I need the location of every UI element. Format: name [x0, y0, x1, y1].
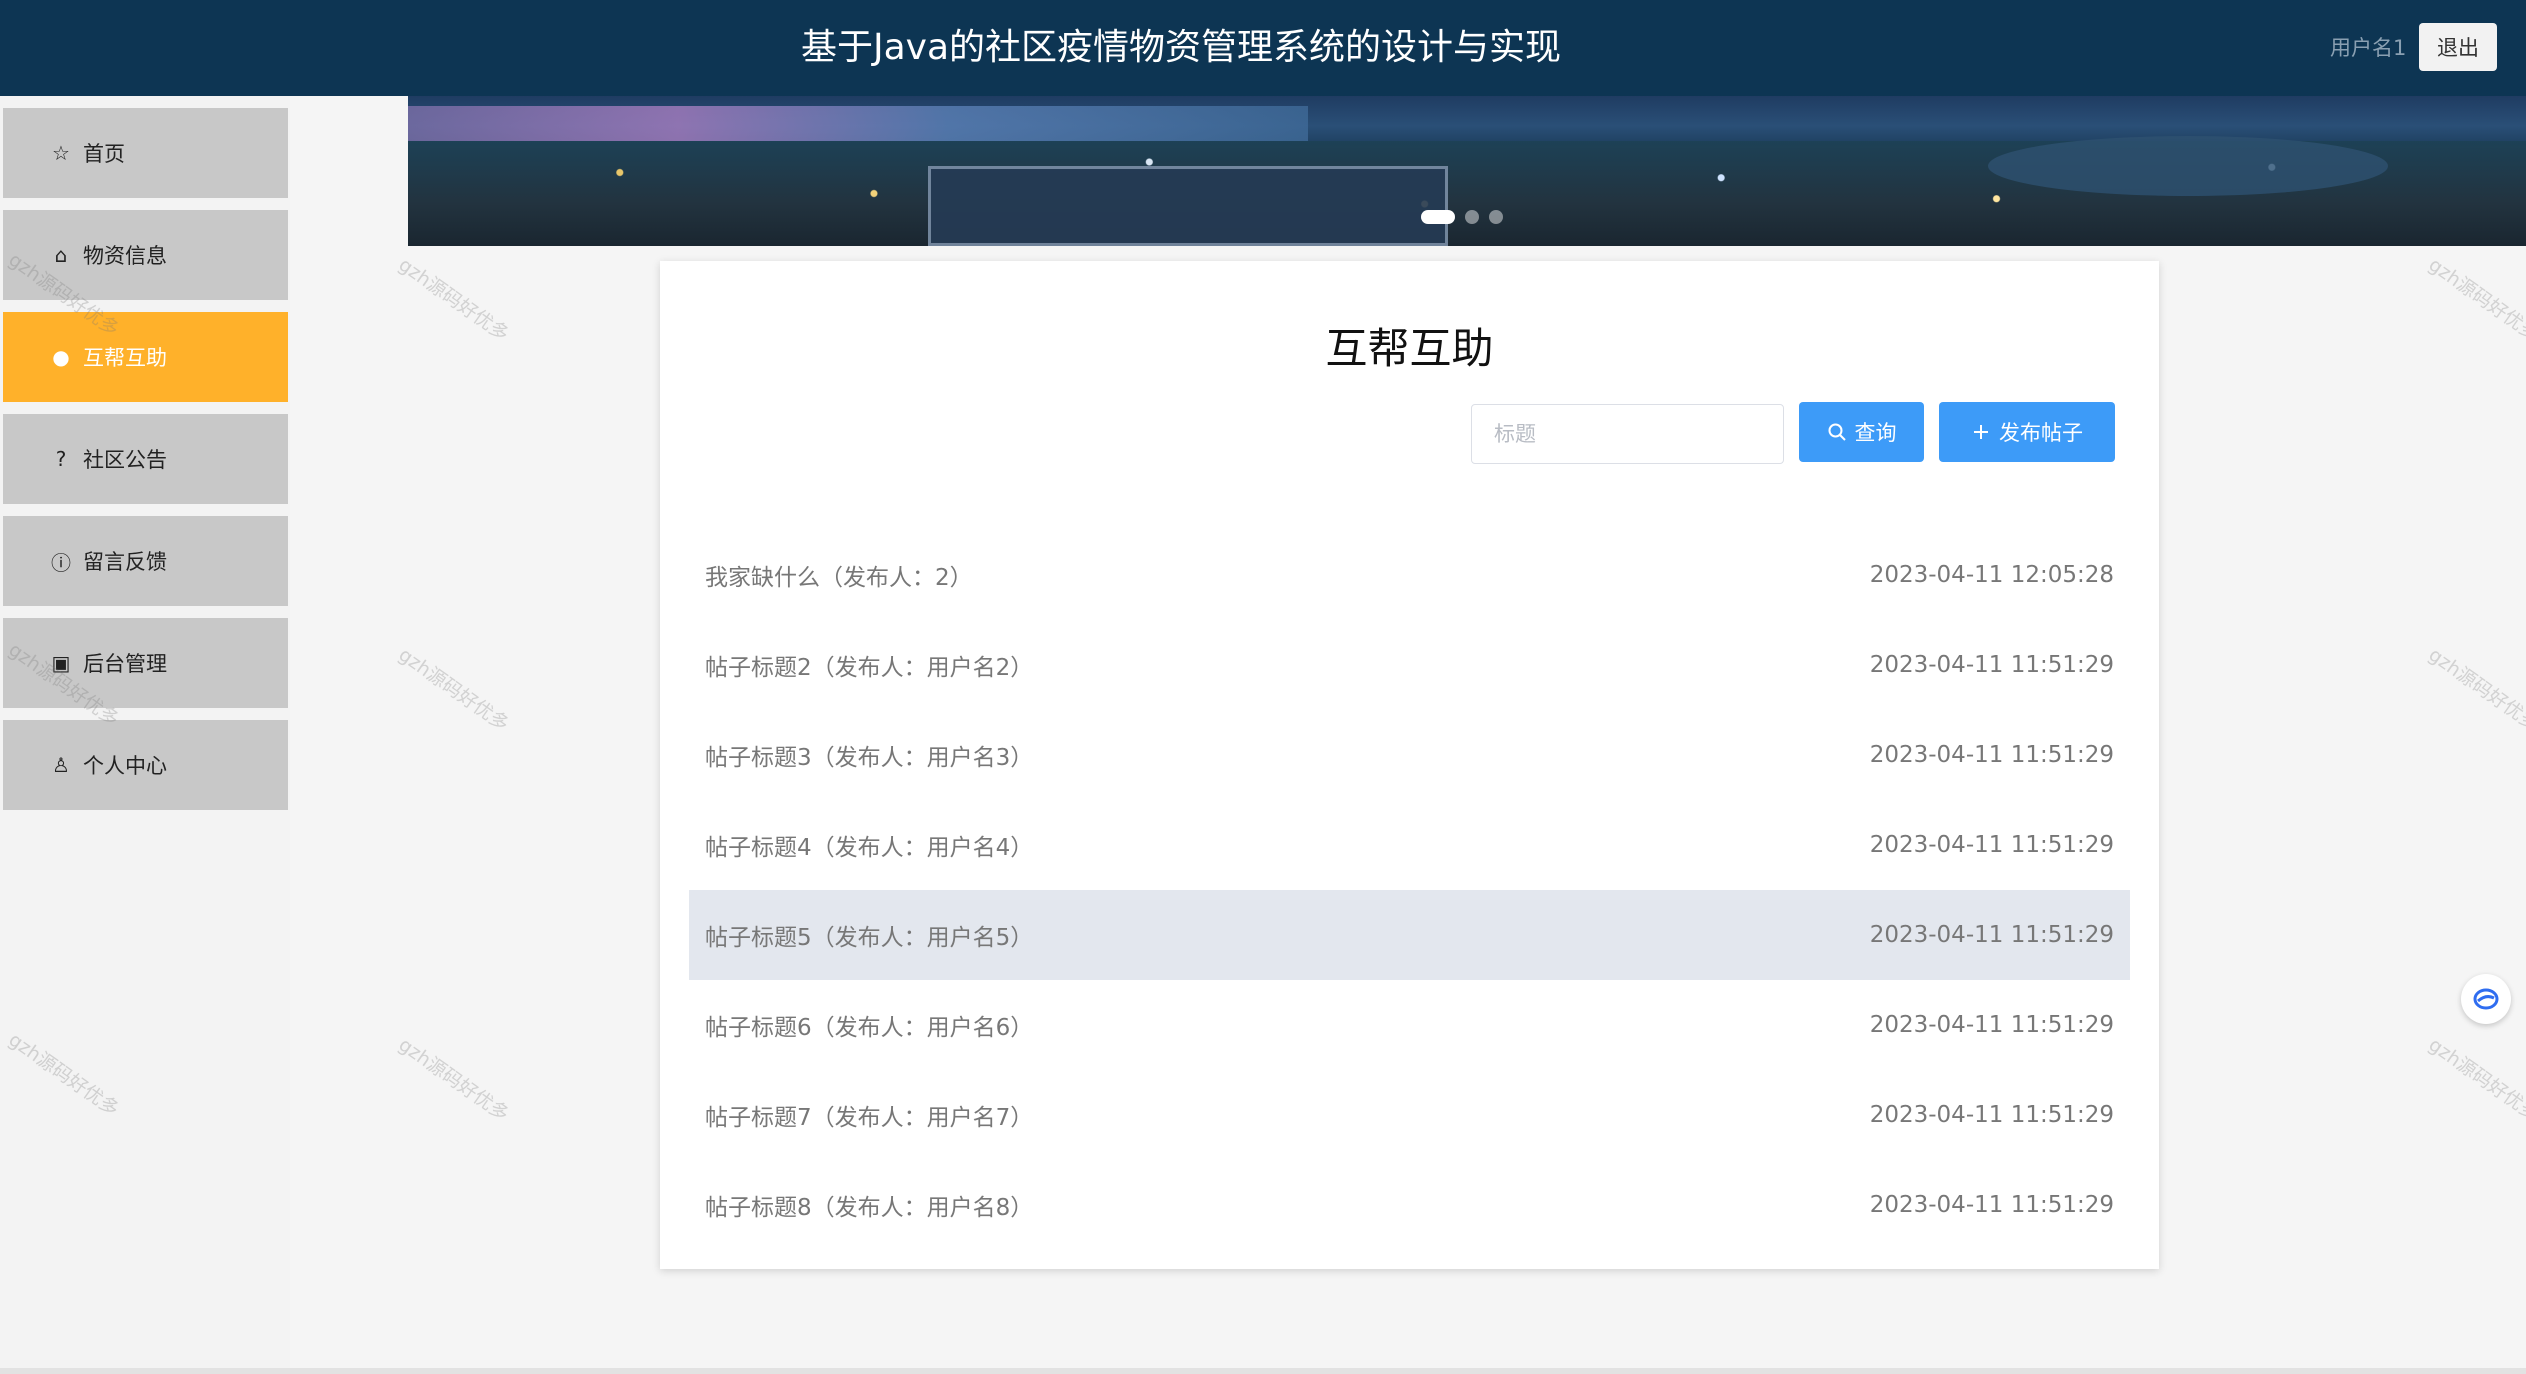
- list-item[interactable]: 帖子标题3（发布人：用户名3） 2023-04-11 11:51:29: [689, 710, 2130, 800]
- post-title: 帖子标题3（发布人：用户名3）: [705, 745, 1034, 771]
- list-item[interactable]: 帖子标题8（发布人：用户名8） 2023-04-11 11:51:29: [689, 1160, 2130, 1250]
- search-icon: [1828, 423, 1846, 441]
- post-title: 我家缺什么（发布人：2）: [705, 565, 973, 591]
- post-title: 帖子标题4（发布人：用户名4）: [705, 835, 1034, 861]
- list-item[interactable]: 我家缺什么（发布人：2） 2023-04-11 12:05:28: [689, 530, 2130, 620]
- post-title: 帖子标题5（发布人：用户名5）: [705, 925, 1034, 951]
- watermark: gzh源码好优多: [394, 253, 513, 346]
- watermark: gzh源码好优多: [2424, 1033, 2526, 1126]
- top-header: 基于Java的社区疫情物资管理系统的设计与实现 用户名1 退出: [0, 0, 2526, 96]
- bottom-scrollbar[interactable]: [0, 1368, 2526, 1374]
- user-icon: ♙: [52, 753, 70, 777]
- sidebar-item-supplies[interactable]: ⌂ 物资信息: [3, 210, 288, 300]
- sidebar-item-profile[interactable]: ♙ 个人中心: [3, 720, 288, 810]
- info-circle-icon: ●: [52, 345, 70, 369]
- watermark: gzh源码好优多: [394, 1033, 513, 1126]
- post-time: 2023-04-11 11:51:29: [1869, 1192, 2114, 1218]
- list-item[interactable]: 帖子标题7（发布人：用户名7） 2023-04-11 11:51:29: [689, 1070, 2130, 1160]
- banner-carousel[interactable]: [408, 96, 2526, 246]
- logout-button[interactable]: 退出: [2419, 23, 2497, 71]
- post-time: 2023-04-11 11:51:29: [1869, 922, 2114, 948]
- list-item[interactable]: 帖子标题2（发布人：用户名2） 2023-04-11 11:51:29: [689, 620, 2130, 710]
- post-title: 帖子标题2（发布人：用户名2）: [705, 655, 1034, 681]
- sidebar-item-label: 后台管理: [83, 652, 167, 676]
- carousel-dot-2[interactable]: [1465, 210, 1479, 224]
- post-title: 帖子标题6（发布人：用户名6）: [705, 1015, 1034, 1041]
- plus-icon: [1974, 425, 1988, 439]
- sidebar-item-label: 留言反馈: [83, 550, 167, 574]
- post-time: 2023-04-11 11:51:29: [1869, 1012, 2114, 1038]
- sidebar-item-feedback[interactable]: ⓘ 留言反馈: [3, 516, 288, 606]
- floating-assistant-button[interactable]: [2461, 974, 2511, 1024]
- create-post-button[interactable]: 发布帖子: [1939, 402, 2115, 462]
- sidebar-item-announcements[interactable]: ? 社区公告: [3, 414, 288, 504]
- username-label[interactable]: 用户名1: [2330, 30, 2406, 66]
- chat-bubble-icon: [2473, 988, 2499, 1010]
- create-post-button-label: 发布帖子: [1999, 421, 2083, 445]
- sidebar-item-label: 个人中心: [83, 754, 167, 778]
- list-item[interactable]: 帖子标题6（发布人：用户名6） 2023-04-11 11:51:29: [689, 980, 2130, 1070]
- sidebar-item-label: 互帮互助: [83, 346, 167, 370]
- banner-image-river: [408, 106, 1308, 146]
- bag-icon: ⌂: [54, 243, 68, 267]
- star-icon: ☆: [52, 141, 70, 165]
- post-time: 2023-04-11 11:51:29: [1869, 742, 2114, 768]
- sidebar-item-label: 物资信息: [83, 244, 167, 268]
- carousel-dot-1[interactable]: [1421, 210, 1455, 224]
- post-time: 2023-04-11 11:51:29: [1869, 652, 2114, 678]
- list-item[interactable]: 帖子标题4（发布人：用户名4） 2023-04-11 11:51:29: [689, 800, 2130, 890]
- watermark: gzh源码好优多: [2424, 253, 2526, 346]
- query-button[interactable]: 查询: [1799, 402, 1924, 462]
- post-time: 2023-04-11 11:51:29: [1869, 1102, 2114, 1128]
- carousel-indicators: [1421, 207, 1503, 227]
- post-list: 我家缺什么（发布人：2） 2023-04-11 12:05:28 帖子标题2（发…: [689, 530, 2130, 1250]
- post-title: 帖子标题7（发布人：用户名7）: [705, 1105, 1034, 1131]
- watermark: gzh源码好优多: [2424, 643, 2526, 736]
- info-filled-icon: ⓘ: [51, 550, 71, 575]
- banner-image-building: [928, 166, 1448, 246]
- query-button-label: 查询: [1854, 421, 1897, 445]
- sidebar-item-mutual-help[interactable]: ● 互帮互助: [3, 312, 288, 402]
- list-item[interactable]: 帖子标题5（发布人：用户名5） 2023-04-11 11:51:29: [689, 890, 2130, 980]
- sidebar-item-home[interactable]: ☆ 首页: [3, 108, 288, 198]
- post-title: 帖子标题8（发布人：用户名8）: [705, 1195, 1034, 1221]
- post-time: 2023-04-11 12:05:28: [1869, 562, 2114, 588]
- sidebar-item-admin[interactable]: ▣ 后台管理: [3, 618, 288, 708]
- post-time: 2023-04-11 11:51:29: [1869, 832, 2114, 858]
- sidebar: ☆ 首页 ⌂ 物资信息 ● 互帮互助 ? 社区公告 ⓘ 留言反馈 ▣ 后台管理 …: [0, 96, 290, 1374]
- briefcase-icon: ▣: [51, 651, 71, 675]
- banner-image-stadium: [1988, 136, 2388, 196]
- title-search-input[interactable]: [1471, 404, 1784, 464]
- sidebar-item-label: 社区公告: [83, 448, 167, 472]
- carousel-dot-3[interactable]: [1489, 210, 1503, 224]
- page-title: 互帮互助: [1325, 324, 1494, 373]
- mutual-help-panel: 互帮互助 查询 发布帖子 我家缺什么（发布人：2） 2023-04-11 12:…: [660, 261, 2159, 1269]
- question-circle-icon: ?: [55, 447, 67, 471]
- sidebar-item-label: 首页: [83, 142, 125, 166]
- site-title: 基于Java的社区疫情物资管理系统的设计与实现: [800, 27, 1562, 68]
- watermark: gzh源码好优多: [394, 643, 513, 736]
